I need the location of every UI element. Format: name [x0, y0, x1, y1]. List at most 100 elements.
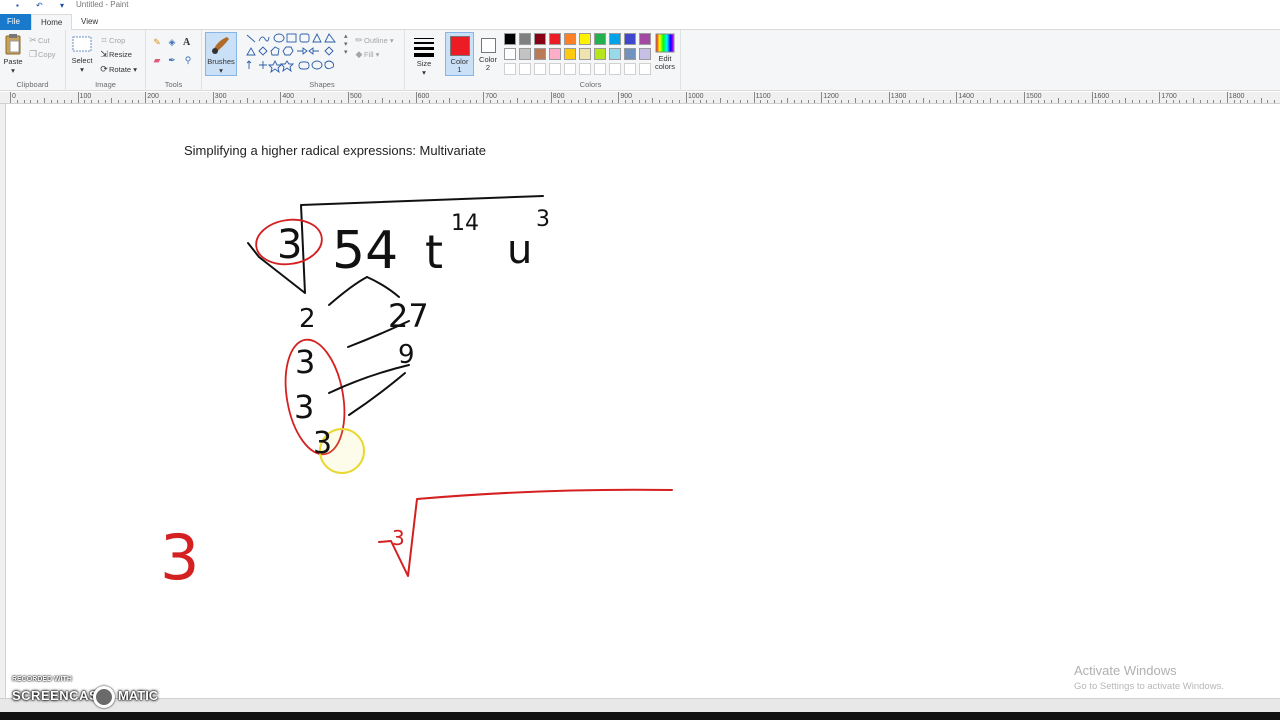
palette-swatch[interactable]	[639, 48, 651, 60]
palette-swatch[interactable]	[504, 33, 516, 45]
shapes-gallery[interactable]	[245, 33, 345, 75]
ruler-minor-tick	[1064, 100, 1066, 103]
ruler-minor-tick	[855, 98, 856, 103]
shapes-scroll[interactable]: ▴ ▾ ▾	[344, 32, 348, 56]
palette-custom-slot[interactable]	[504, 63, 516, 75]
ruler-minor-tick	[1132, 100, 1134, 103]
paste-button[interactable]: Paste ▾	[3, 33, 23, 75]
edit-colors-button[interactable]: Edit colors	[651, 33, 679, 71]
palette-swatch[interactable]	[519, 48, 531, 60]
palette-swatch[interactable]	[564, 33, 576, 45]
horizontal-scrollbar[interactable]	[0, 698, 1280, 712]
ruler-minor-tick	[692, 100, 694, 103]
palette-swatch[interactable]	[609, 48, 621, 60]
tab-file[interactable]: File	[0, 14, 31, 30]
ruler-minor-tick	[915, 100, 917, 103]
palette-swatch[interactable]	[579, 33, 591, 45]
ruler-minor-tick	[976, 100, 978, 103]
ruler-minor-tick	[23, 100, 25, 103]
ruler-tick	[1024, 92, 1025, 103]
palette-custom-slot[interactable]	[579, 63, 591, 75]
tab-view[interactable]: View	[72, 14, 107, 30]
ruler-minor-tick	[780, 100, 782, 103]
palette-swatch[interactable]	[564, 48, 576, 60]
resize-button[interactable]: ⇲Resize	[99, 49, 132, 60]
magnifier-tool[interactable]: ⚲	[183, 55, 193, 66]
palette-swatch[interactable]	[519, 33, 531, 45]
save-icon[interactable]: ▪	[16, 1, 25, 10]
palette-swatch[interactable]	[534, 33, 546, 45]
undo-icon[interactable]: ↶	[36, 1, 45, 10]
ruler-minor-tick	[1044, 100, 1046, 103]
palette-swatch[interactable]	[609, 33, 621, 45]
branch-9-3b	[348, 372, 406, 416]
cut-button[interactable]: ✂Cut	[28, 35, 49, 46]
rotate-button[interactable]: ⟳Rotate ▾	[99, 64, 137, 75]
ruler-minor-tick	[658, 100, 660, 103]
ruler-minor-tick	[368, 100, 370, 103]
result-radical-index: 3	[392, 526, 405, 550]
customize-quick-access-icon[interactable]: ▾	[60, 1, 69, 10]
resize-label: Resize	[109, 50, 132, 59]
ruler-minor-tick	[598, 100, 600, 103]
palette-swatch[interactable]	[534, 48, 546, 60]
ruler-minor-tick	[57, 100, 59, 103]
palette-custom-slot[interactable]	[624, 63, 636, 75]
outline-button[interactable]: ✏Outline ▾	[354, 35, 393, 46]
select-button[interactable]: Select ▾	[70, 34, 94, 74]
ruler-label: 1100	[755, 93, 771, 100]
palette-swatch[interactable]	[624, 33, 636, 45]
ruler-minor-tick	[1247, 100, 1249, 103]
palette-custom-slot[interactable]	[639, 63, 651, 75]
color2-button[interactable]: Color 2	[476, 32, 500, 76]
color1-button[interactable]: Color 1	[445, 32, 474, 76]
ruler-minor-tick	[165, 100, 167, 103]
eraser-tool[interactable]: ▰	[152, 55, 162, 66]
palette-swatch[interactable]	[504, 48, 516, 60]
color-picker-tool[interactable]: ✒	[167, 55, 177, 66]
ruler-minor-tick	[233, 100, 235, 103]
brushes-button[interactable]: Brushes ▾	[205, 32, 237, 76]
copy-button[interactable]: ❐Copy	[28, 49, 56, 60]
crop-button[interactable]: ⌗ Crop	[99, 35, 125, 46]
ruler-tick	[348, 92, 349, 103]
palette-swatch[interactable]	[624, 48, 636, 60]
palette-swatch[interactable]	[594, 48, 606, 60]
chevron-down-icon: ▾	[219, 66, 223, 75]
ruler-minor-tick	[503, 100, 505, 103]
palette-custom-slot[interactable]	[594, 63, 606, 75]
pencil-tool[interactable]: ✎	[152, 37, 162, 48]
size-button[interactable]: Size ▾	[411, 35, 437, 77]
ruler-label: 300	[214, 93, 227, 100]
palette-swatch[interactable]	[549, 33, 561, 45]
palette-swatch[interactable]	[549, 48, 561, 60]
palette-custom-slot[interactable]	[549, 63, 561, 75]
shapes-group-label: Shapes	[309, 80, 335, 89]
ruler-minor-tick	[361, 100, 363, 103]
exponent-t: 14	[451, 211, 479, 236]
ruler-minor-tick	[179, 98, 180, 103]
color2-swatch	[480, 38, 496, 53]
palette-swatch[interactable]	[579, 48, 591, 60]
crop-label: Crop	[109, 36, 126, 45]
palette-custom-slot[interactable]	[519, 63, 531, 75]
fill-tool[interactable]: ◈	[167, 37, 177, 48]
ruler-minor-tick	[50, 100, 52, 103]
palette-custom-slot[interactable]	[534, 63, 546, 75]
ruler-minor-tick	[97, 100, 99, 103]
ruler-tick	[888, 92, 890, 103]
fill-button[interactable]: ◆ Fill ▾	[354, 49, 380, 60]
drawing-canvas[interactable]: Simplifying a higher radical expressions…	[7, 105, 1280, 698]
palette-custom-slot[interactable]	[609, 63, 621, 75]
palette-custom-slot[interactable]	[564, 63, 576, 75]
ruler-minor-tick	[307, 100, 309, 103]
edit-colors-label: Edit colors	[654, 54, 675, 71]
palette-swatch[interactable]	[639, 33, 651, 45]
ruler-minor-tick	[706, 100, 708, 103]
ruler-minor-tick	[1274, 100, 1276, 103]
ruler-minor-tick	[557, 100, 559, 103]
ruler-minor-tick	[1003, 100, 1005, 103]
tab-home[interactable]: Home	[31, 14, 73, 31]
palette-swatch[interactable]	[594, 33, 606, 45]
text-tool[interactable]: A	[183, 37, 190, 48]
